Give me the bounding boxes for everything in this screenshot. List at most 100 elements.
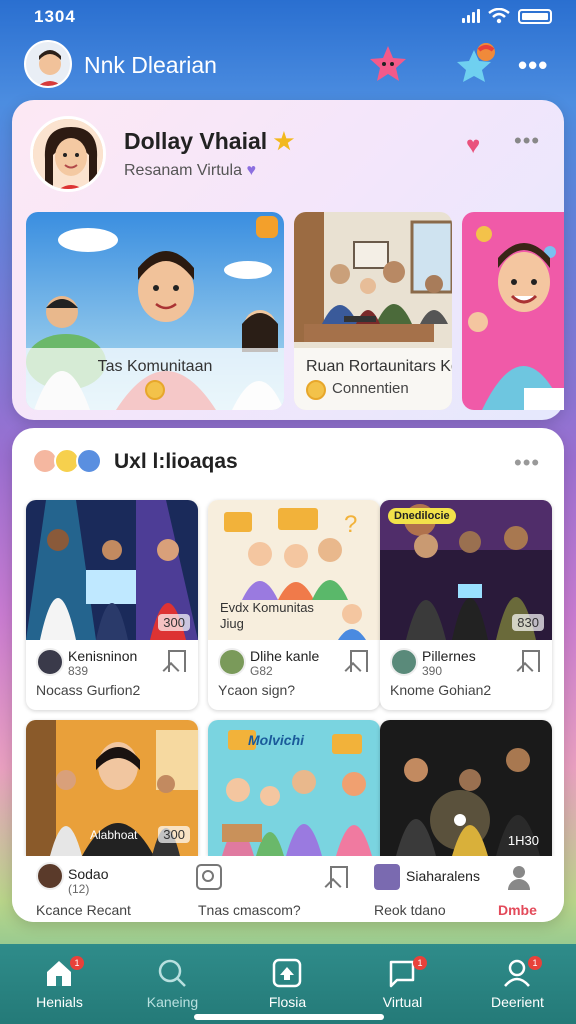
tile-2-count: G82	[250, 664, 273, 678]
feature-2-caption: Ruan Rortaunitars Kdila Virtual Connenti…	[294, 348, 452, 410]
tile-5-desc: Tnas cmascom?	[198, 902, 301, 918]
group-emoji-cluster	[32, 448, 102, 474]
tile-2-overlay: Evdx Komunitas Jiug	[220, 600, 314, 631]
tab-profile-label: Deerient	[491, 994, 544, 1010]
tile-1-count: 839	[68, 664, 89, 678]
search-icon	[158, 959, 186, 987]
tile-6-desc: Reok tdano	[374, 902, 446, 918]
tile-3-name: Pillernes	[422, 648, 476, 664]
tile-3-image: Dnedilocie 830	[380, 500, 552, 640]
feature-card-2[interactable]: Ruan Rortaunitars Kdila Virtual Connenti…	[294, 212, 452, 410]
groups-card: Uxl l:lioaqas ••• 300 Kenisninon 839 Noc…	[12, 428, 564, 922]
tab-home-label: Henials	[36, 994, 83, 1010]
tab-search[interactable]: Kaneing	[115, 944, 230, 1024]
tab-profile[interactable]: 1 Deerient	[460, 944, 575, 1024]
feature-3-illustration	[462, 212, 564, 410]
app-header: Nnk Dlearian •••	[0, 36, 576, 96]
tile-6-action[interactable]: Dmbe	[498, 902, 537, 918]
tile-3-count: 390	[422, 664, 443, 678]
signal-icon	[462, 9, 480, 23]
profile-avatar[interactable]	[30, 116, 106, 192]
blue-emoji-icon	[76, 448, 102, 474]
group-tile-5[interactable]: Molvichi	[208, 720, 380, 856]
profile-subtitle: Resanam Virtula ♥	[124, 162, 256, 179]
feature-card-3[interactable]	[462, 212, 564, 410]
feature-1-title: Tas Komunitaan	[97, 358, 213, 375]
heart-badge-icon: ♥	[246, 162, 256, 179]
profile-card: Dollay Vhaial ★ Resanam Virtula ♥ ♥ ••• …	[12, 100, 564, 420]
more-options-icon[interactable]: •••	[518, 50, 548, 81]
app-title: Nnk Dlearian	[84, 52, 217, 78]
tab-create[interactable]: Flosia	[230, 944, 345, 1024]
tile-1-desc: Nocass Gurfion2	[36, 682, 141, 698]
star-mascot-icon[interactable]	[368, 44, 408, 84]
groups-more-icon[interactable]: •••	[514, 450, 540, 476]
tab-create-label: Flosia	[268, 994, 307, 1010]
badge-coin-icon	[145, 380, 165, 400]
tile-3-tag: Dnedilocie	[388, 508, 456, 524]
badge-coin-icon	[306, 380, 326, 400]
wifi-icon	[488, 8, 510, 24]
tab-virtual-label: Virtual	[382, 994, 423, 1010]
group-tile-6[interactable]: 1H30	[380, 720, 552, 856]
tile-1-info: Kenisninon 839 Nocass Gurfion2	[26, 640, 198, 710]
tab-search-label: Kaneing	[146, 994, 199, 1010]
search-square-icon[interactable]	[196, 864, 222, 890]
tile-2-name: Dlihe kanle	[250, 648, 320, 664]
tile-3-avatar	[390, 648, 418, 676]
profile-name: Dollay Vhaial ★	[124, 128, 295, 154]
bookmark-icon[interactable]	[330, 866, 348, 888]
status-icons	[462, 8, 552, 24]
group-tile-3[interactable]: Dnedilocie 830 Pillernes 390 Knome Gohia…	[380, 500, 552, 710]
tile-1-avatar	[36, 648, 64, 676]
tile-1-image: 300	[26, 500, 198, 640]
user-avatar[interactable]	[24, 40, 72, 88]
svg-text:?: ?	[344, 511, 357, 538]
tile-4-desc: Kcance Recant	[36, 902, 131, 918]
tile-4-avatar	[36, 862, 64, 890]
tile-4-badge: 300	[158, 826, 190, 843]
tile-4-count: (12)	[68, 882, 90, 896]
status-bar: 1304	[0, 0, 576, 34]
notification-star-icon[interactable]	[452, 40, 502, 90]
feature-1-caption: Tas Komunitaan	[26, 348, 284, 410]
group-info-row: Sodao (12) Kcance Recant Tnas cmascom? S…	[12, 856, 564, 922]
group-tile-1[interactable]: 300 Kenisninon 839 Nocass Gurfion2	[26, 500, 198, 710]
star-icon: ★	[273, 128, 295, 154]
tile-6-badge: 1H30	[507, 833, 539, 848]
tile-2-avatar	[218, 648, 246, 676]
tab-virtual[interactable]: 1 Virtual	[345, 944, 460, 1024]
tile-3-badge: 830	[512, 614, 544, 631]
tile-4-overlay: Alabhoat	[90, 828, 138, 842]
tile-3-info: Pillernes 390 Knome Gohian2	[380, 640, 552, 710]
tab-profile-badge: 1	[528, 956, 542, 970]
bookmark-icon[interactable]	[522, 650, 540, 672]
group-tile-4[interactable]: Alabhoat 300	[26, 720, 198, 856]
feature-2-title: Ruan Rortaunitars Kdila Virtual	[306, 358, 452, 375]
tile-4-name: Sodao	[68, 866, 109, 882]
favorite-heart-icon[interactable]: ♥	[466, 132, 480, 160]
tile-5-overlay: Molvichi	[248, 732, 305, 748]
tile-6-avatar	[374, 864, 400, 890]
tile-1-badge: 300	[158, 614, 190, 631]
battery-icon	[518, 8, 552, 24]
feature-2-meta: Connentien	[332, 379, 409, 397]
group-tile-2[interactable]: ? Evdx Komunitas Jiug Dlihe kanle G82 Yc…	[208, 500, 380, 710]
status-time: 1304	[34, 7, 76, 26]
home-indicator[interactable]	[194, 1014, 384, 1020]
tile-6-name: Siaharalens	[406, 868, 480, 884]
tab-virtual-badge: 1	[413, 956, 427, 970]
feature-card-1[interactable]: Tas Komunitaan	[26, 212, 284, 410]
tile-2-info: Dlihe kanle G82 Ycaon sign?	[208, 640, 380, 710]
tile-2-desc: Ycaon sign?	[218, 682, 296, 698]
tab-bar: 1 Henials Kaneing Flosia 1 Virtual 1 Dee…	[0, 944, 576, 1024]
tile-1-name: Kenisninon	[68, 648, 138, 664]
profile-more-icon[interactable]: •••	[514, 128, 540, 154]
bookmark-icon[interactable]	[168, 650, 186, 672]
bookmark-icon[interactable]	[350, 650, 368, 672]
tab-home-badge: 1	[70, 956, 84, 970]
add-post-icon	[272, 958, 302, 988]
tab-home[interactable]: 1 Henials	[2, 944, 117, 1024]
tile-3-desc: Knome Gohian2	[390, 682, 492, 698]
person-icon[interactable]	[508, 866, 530, 890]
